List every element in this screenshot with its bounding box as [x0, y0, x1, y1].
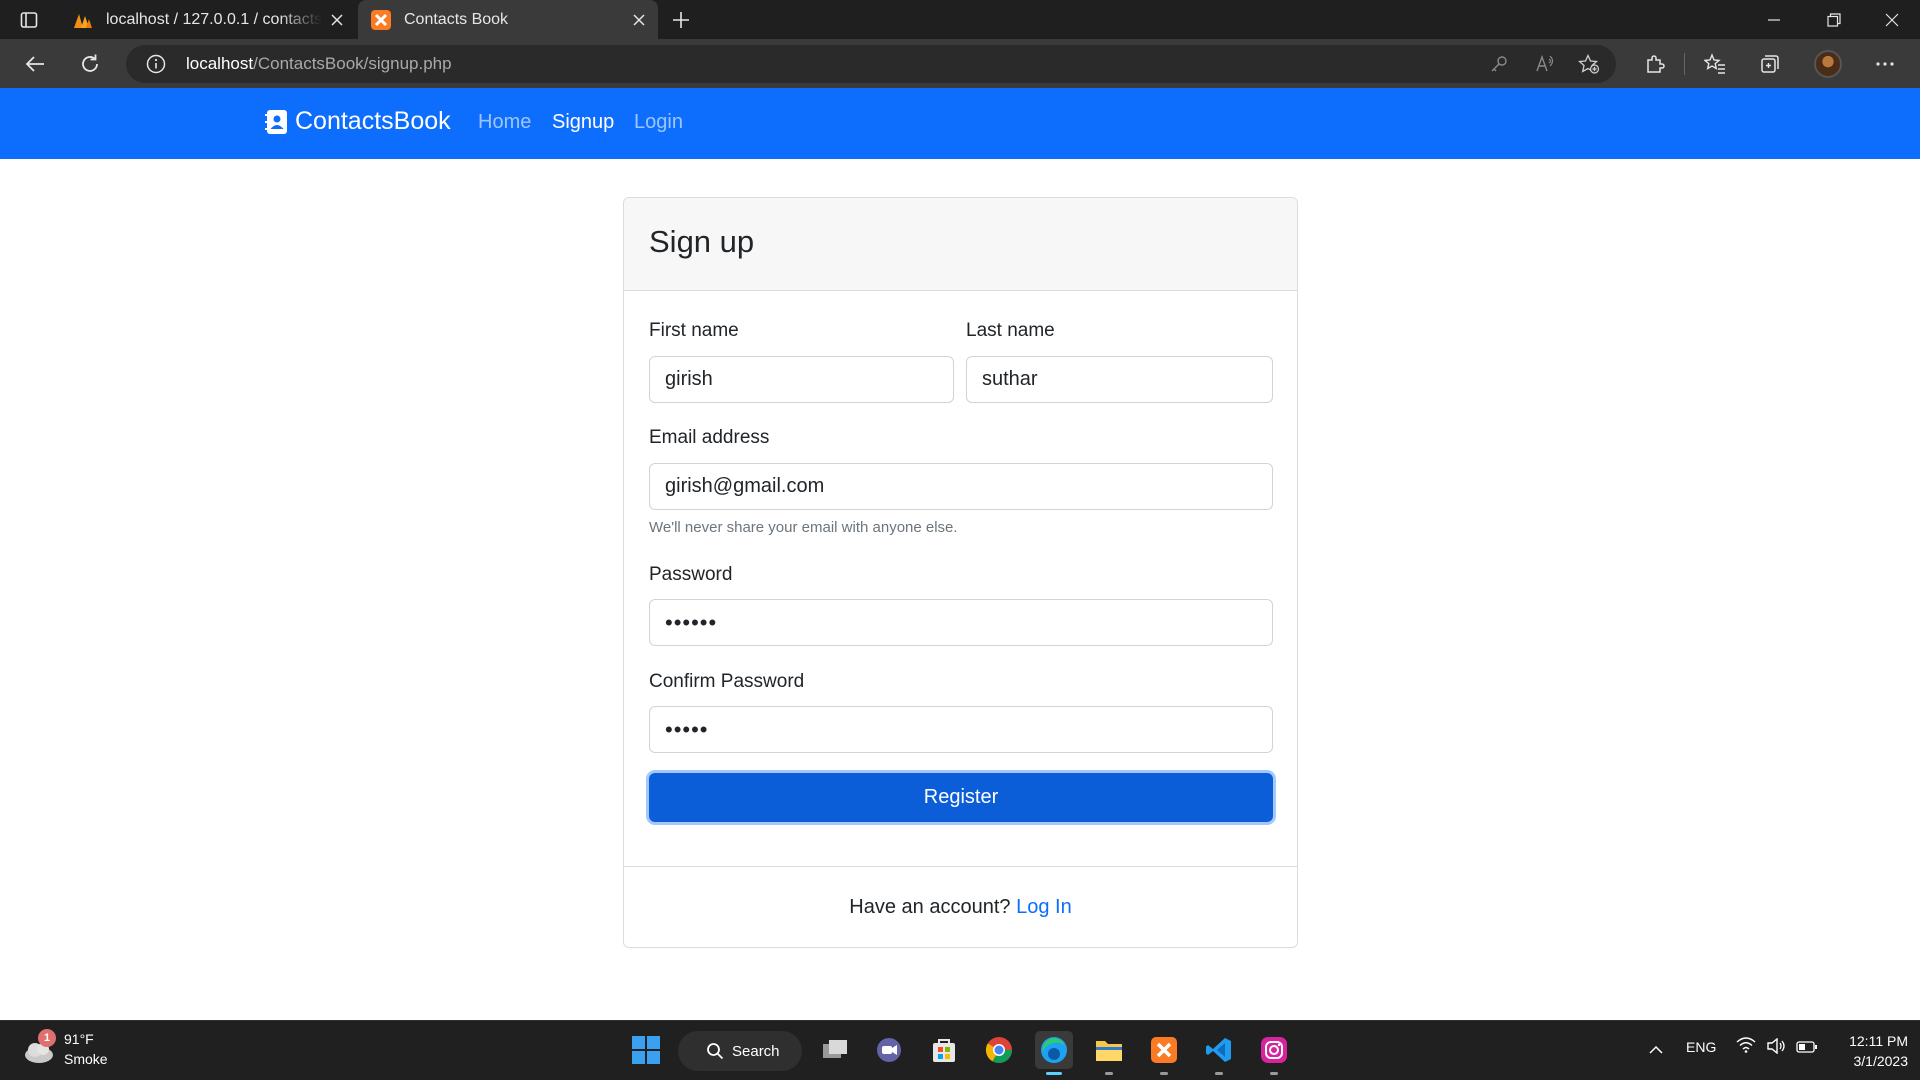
new-tab-icon[interactable]	[668, 7, 694, 33]
weather-desc[interactable]: Smoke	[64, 1051, 108, 1067]
volume-icon[interactable]	[1766, 1037, 1786, 1057]
task-view-icon[interactable]	[816, 1031, 854, 1069]
vscode-icon[interactable]	[1200, 1031, 1238, 1075]
contact-book-icon	[265, 109, 287, 134]
teams-chat-icon[interactable]	[870, 1031, 908, 1069]
chrome-icon[interactable]	[980, 1031, 1018, 1069]
favorites-icon[interactable]	[1700, 49, 1730, 79]
weather-badge: 1	[38, 1029, 56, 1047]
clock-time: 12:11 PM	[1849, 1033, 1908, 1049]
password-label: Password	[649, 564, 733, 585]
wifi-icon[interactable]	[1736, 1037, 1756, 1056]
card-header: Sign up	[624, 198, 1297, 291]
instagram-icon[interactable]	[1255, 1031, 1293, 1075]
site-navbar: ContactsBook Home Signup Login	[0, 88, 1920, 159]
tab-actions-icon[interactable]	[18, 9, 40, 31]
first-name-label: First name	[649, 320, 739, 341]
battery-icon[interactable]	[1796, 1040, 1818, 1056]
tab-title: localhost / 127.0.0.1 / contactsbook	[106, 10, 322, 28]
show-hidden-icons[interactable]	[1648, 1041, 1664, 1057]
language-indicator[interactable]: ENG	[1686, 1039, 1716, 1055]
password-input[interactable]: ••••••	[649, 599, 1273, 646]
email-input[interactable]: girish@gmail.com	[649, 463, 1273, 510]
taskbar: 1 91°F Smoke Search ENG 12:11 PM 3/1/202…	[0, 1020, 1920, 1080]
tab-contacts-book[interactable]: Contacts Book	[358, 0, 658, 39]
email-label: Email address	[649, 427, 770, 448]
have-account-text: Have an account?	[849, 896, 1011, 918]
file-explorer-icon[interactable]	[1090, 1031, 1128, 1075]
search-label: Search	[732, 1042, 780, 1060]
extensions-icon[interactable]	[1640, 49, 1670, 79]
tab-title: Contacts Book	[404, 10, 509, 28]
page-title: Sign up	[649, 224, 755, 259]
clock-date: 3/1/2023	[1853, 1053, 1909, 1069]
phpmyadmin-icon	[74, 13, 92, 28]
confirm-password-label: Confirm Password	[649, 671, 805, 692]
register-button[interactable]: Register	[649, 773, 1273, 822]
close-tab-icon[interactable]	[624, 5, 654, 35]
first-name-input[interactable]: girish	[649, 356, 954, 403]
microsoft-store-icon[interactable]	[925, 1031, 963, 1069]
browser-tab-bar: localhost / 127.0.0.1 / contactsbook Con…	[0, 0, 1920, 39]
url-path: /ContactsBook/signup.php	[253, 54, 452, 73]
edge-icon[interactable]	[1035, 1031, 1073, 1075]
windows-start-icon[interactable]	[627, 1031, 665, 1069]
email-help-text: We'll never share your email with anyone…	[649, 519, 958, 536]
xampp-icon	[371, 9, 391, 30]
running-indicator	[1215, 1072, 1223, 1075]
url-host: localhost	[186, 54, 254, 73]
refresh-icon[interactable]	[75, 49, 105, 79]
nav-signup[interactable]: Signup	[552, 111, 614, 134]
nav-login[interactable]: Login	[634, 111, 683, 134]
add-favorite-icon[interactable]	[1578, 53, 1600, 75]
tab-phpmyadmin[interactable]: localhost / 127.0.0.1 / contactsbook	[60, 0, 356, 39]
minimize-icon[interactable]	[1746, 0, 1802, 39]
xampp-icon[interactable]	[1145, 1031, 1183, 1075]
search-icon	[707, 1043, 724, 1060]
system-clock[interactable]: 12:11 PM 3/1/2023	[1828, 1031, 1908, 1071]
toolbar-divider	[1684, 53, 1685, 75]
login-link[interactable]: Log In	[1016, 896, 1072, 918]
confirm-password-input[interactable]: •••••	[649, 706, 1273, 753]
weather-temp[interactable]: 91°F	[64, 1031, 94, 1047]
taskbar-search[interactable]: Search	[678, 1031, 802, 1071]
running-indicator	[1160, 1072, 1168, 1075]
restore-icon[interactable]	[1806, 0, 1862, 39]
key-icon[interactable]	[1488, 53, 1510, 75]
url-text[interactable]: localhost/ContactsBook/signup.php	[186, 54, 452, 74]
last-name-input[interactable]: suthar	[966, 356, 1273, 403]
running-indicator	[1105, 1072, 1113, 1075]
last-name-label: Last name	[966, 320, 1055, 341]
running-indicator	[1270, 1072, 1278, 1075]
read-aloud-icon[interactable]	[1534, 53, 1556, 75]
profile-avatar[interactable]	[1814, 50, 1842, 78]
browser-toolbar: localhost/ContactsBook/signup.php	[0, 39, 1920, 88]
active-indicator	[1046, 1072, 1062, 1075]
window-close-icon[interactable]	[1864, 0, 1920, 39]
nav-home[interactable]: Home	[478, 111, 531, 134]
brand-link[interactable]: ContactsBook	[265, 107, 451, 136]
site-info-icon[interactable]	[146, 54, 166, 74]
close-tab-icon[interactable]	[322, 5, 352, 35]
signup-card: Sign up First name girish Last name suth…	[623, 197, 1298, 948]
footer-text: Have an account? Log In	[624, 896, 1297, 919]
brand-name: ContactsBook	[295, 107, 451, 135]
collections-icon[interactable]	[1755, 49, 1785, 79]
more-options-icon[interactable]	[1870, 49, 1900, 79]
card-footer: Have an account? Log In	[624, 866, 1297, 947]
address-bar[interactable]: localhost/ContactsBook/signup.php	[126, 45, 1616, 83]
back-icon[interactable]	[20, 49, 50, 79]
